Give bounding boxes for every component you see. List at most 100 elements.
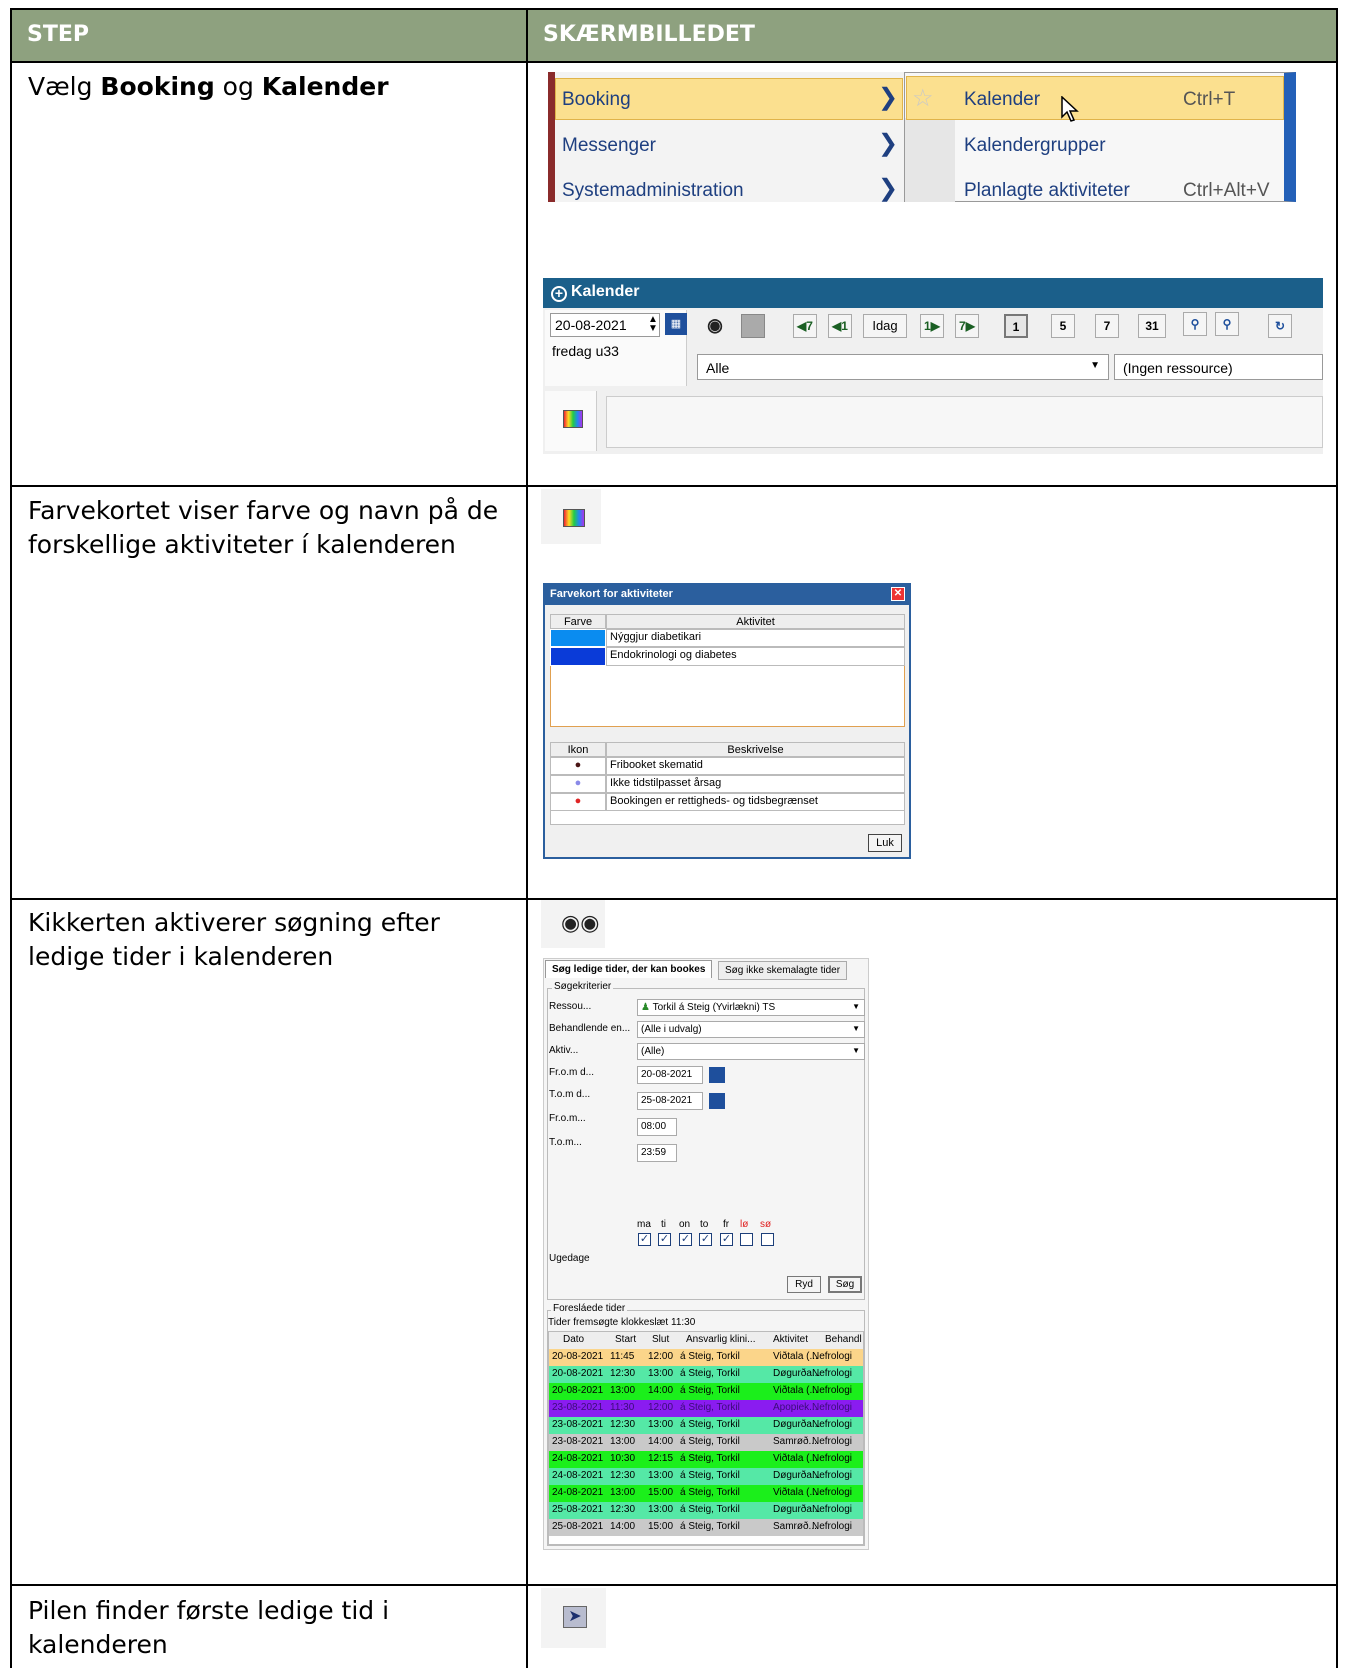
table-cell: Nefrologi: [812, 1436, 853, 1447]
color-card-title: Farvekort for aktiviteter: [550, 588, 673, 600]
step-3-line-1: Kikkerten aktiverer søgning efter: [28, 908, 440, 937]
chevron-right-icon: ❯: [878, 130, 899, 157]
aktiv-value: (Alle): [641, 1046, 665, 1057]
tab-unscheduled[interactable]: Søg ikke skemalagte tider: [718, 961, 848, 980]
next-free-time-icon[interactable]: [741, 314, 765, 338]
day-checkbox-ma[interactable]: ✓: [638, 1233, 651, 1246]
day-checkbox-so[interactable]: [761, 1233, 774, 1246]
header-step-label: STEP: [27, 22, 90, 47]
table-cell: á Steig, Torkil: [680, 1521, 740, 1532]
submenu-item-kalender[interactable]: Kalender: [964, 89, 1040, 111]
column-header-aktivitet: Aktivitet: [606, 614, 905, 629]
aktiv-select[interactable]: (Alle) ▼: [637, 1043, 865, 1060]
table-row[interactable]: 25-08-2021 14:00 15:00 á Steig, Torkil Samrø…: [549, 1519, 863, 1536]
star-icon[interactable]: ☆: [912, 84, 934, 113]
table-cell: á Steig, Torkil: [680, 1453, 740, 1464]
col-slut: Slut: [652, 1334, 670, 1345]
view-1-day-button[interactable]: 1: [1004, 314, 1028, 338]
activity-filter-select[interactable]: Alle ▼: [697, 354, 1109, 380]
close-icon[interactable]: ✕: [891, 587, 905, 601]
table-cell: 11:45: [610, 1351, 635, 1362]
resource-select[interactable]: ♟ Torkil á Steig (Yvirlækni) TS ▼: [637, 999, 865, 1016]
menu-item-systemadministration[interactable]: Systemadministration: [562, 180, 744, 202]
label-ressource: Ressou...: [549, 1001, 592, 1012]
table-cell: 20-08-2021: [552, 1351, 604, 1362]
step-2-line-2: forskellige aktiviteter í kalenderen: [28, 530, 456, 559]
table-cell: Nefrologi: [812, 1453, 853, 1464]
table-row[interactable]: 25-08-2021 12:30 13:00 á Steig, Torkil Døgur…: [549, 1502, 863, 1519]
tab-free-times[interactable]: Søg ledige tider, der kan bookes: [545, 960, 713, 978]
binoculars-icon: ◉◉: [561, 910, 600, 935]
label-aktiv: Aktiv...: [549, 1045, 579, 1056]
results-group-title: Foresláede tider: [551, 1303, 628, 1314]
day-checkbox-ti[interactable]: ✓: [658, 1233, 671, 1246]
table-cell: á Steig, Torkil: [680, 1470, 740, 1481]
label-from-date: Fr.o.m d...: [549, 1067, 595, 1078]
dropdown-arrow-icon: ▼: [852, 1046, 860, 1055]
label-to-date: T.o.m d...: [549, 1089, 591, 1100]
table-row[interactable]: 23-08-2021 12:30 13:00 á Steig, Torkil Døgur…: [549, 1417, 863, 1434]
table-cell: 12:00: [648, 1351, 674, 1362]
table-cell: 13:00: [648, 1470, 674, 1481]
forward-day-button[interactable]: 1▶: [920, 314, 944, 338]
date-input[interactable]: 20-08-2021: [550, 313, 660, 337]
table-row[interactable]: 20-08-2021 11:45 12:00 á Steig, Torkil Viðta…: [549, 1349, 863, 1366]
table-cell: á Steig, Torkil: [680, 1385, 740, 1396]
step-1-text: Vælg Booking og Kalender: [28, 70, 389, 104]
to-date-input[interactable]: 25-08-2021: [637, 1092, 703, 1110]
from-date-input[interactable]: 20-08-2021: [637, 1066, 703, 1084]
search-button[interactable]: Søg: [828, 1276, 862, 1293]
color-card-button[interactable]: [541, 489, 601, 544]
kalender-titlebar: + Kalender: [543, 278, 1323, 308]
calendar-icon[interactable]: [709, 1093, 725, 1109]
table-row[interactable]: 23-08-2021 11:30 12:00 á Steig, Torkil Apopi…: [549, 1400, 863, 1417]
today-button[interactable]: Idag: [863, 314, 907, 338]
step-1-mid: og: [214, 72, 262, 101]
table-row[interactable]: 24-08-2021 13:00 15:00 á Steig, Torkil Viðta…: [549, 1485, 863, 1502]
day-checkbox-lo[interactable]: [740, 1233, 753, 1246]
view-31-days-button[interactable]: 31: [1138, 314, 1166, 338]
calendar-icon[interactable]: [709, 1067, 725, 1083]
color-card-icon[interactable]: [563, 410, 583, 428]
col-start: Start: [615, 1334, 637, 1345]
table-cell: 13:00: [648, 1419, 674, 1430]
from-time-input[interactable]: 08:00: [637, 1118, 677, 1136]
table-row[interactable]: 23-08-2021 13:00 14:00 á Steig, Torkil Samrø…: [549, 1434, 863, 1451]
next-free-time-button[interactable]: ➤: [541, 1588, 606, 1648]
zoom-in-icon[interactable]: ⚲: [1215, 312, 1239, 336]
table-cell: 12:30: [610, 1419, 636, 1430]
clear-button[interactable]: Ryd: [787, 1276, 821, 1293]
back-day-button[interactable]: ◀1: [828, 314, 852, 338]
calendar-icon[interactable]: ▦: [665, 313, 687, 335]
day-checkbox-to[interactable]: ✓: [699, 1233, 712, 1246]
binoculars-button[interactable]: ◉◉: [541, 900, 605, 948]
day-label-fr: fr: [723, 1219, 730, 1230]
icon-dot: ●: [550, 775, 606, 793]
behandlende-select[interactable]: (Alle i udvalg) ▼: [637, 1021, 865, 1038]
table-row[interactable]: 24-08-2021 12:30 13:00 á Steig, Torkil Døgur…: [549, 1468, 863, 1485]
resource-select[interactable]: (Ingen ressource): [1114, 354, 1323, 380]
day-checkbox-on[interactable]: ✓: [679, 1233, 692, 1246]
forward-week-button[interactable]: 7▶: [955, 314, 979, 338]
table-row[interactable]: 20-08-2021 13:00 14:00 á Steig, Torkil Viðta…: [549, 1383, 863, 1400]
table-cell: á Steig, Torkil: [680, 1436, 740, 1447]
view-5-days-button[interactable]: 5: [1051, 314, 1075, 338]
submenu-item-kalendergrupper[interactable]: Kalendergrupper: [964, 135, 1106, 157]
menu-item-booking[interactable]: Booking: [562, 89, 631, 111]
refresh-icon[interactable]: ↻: [1268, 314, 1292, 338]
back-week-button[interactable]: ◀7: [793, 314, 817, 338]
table-row[interactable]: 20-08-2021 12:30 13:00 á Steig, Torkil Døgur…: [549, 1366, 863, 1383]
view-7-days-button[interactable]: 7: [1095, 314, 1119, 338]
menu-item-messenger[interactable]: Messenger: [562, 135, 656, 157]
submenu-item-planlagte-aktiviteter[interactable]: Planlagte aktiviteter: [964, 180, 1130, 202]
to-time-input[interactable]: 23:59: [637, 1144, 677, 1162]
zoom-out-icon[interactable]: ⚲: [1183, 312, 1207, 336]
table-cell: 12:15: [648, 1453, 674, 1464]
day-label-lo: lø: [740, 1219, 749, 1230]
table-row[interactable]: 24-08-2021 10:30 12:15 á Steig, Torkil Viðta…: [549, 1451, 863, 1468]
binoculars-icon[interactable]: ◉: [703, 314, 727, 338]
day-checkbox-fr[interactable]: ✓: [720, 1233, 733, 1246]
close-button[interactable]: Luk: [868, 834, 902, 852]
date-spinner-icon[interactable]: ▲ ▼: [648, 315, 658, 334]
table-cell: 11:30: [610, 1402, 635, 1413]
